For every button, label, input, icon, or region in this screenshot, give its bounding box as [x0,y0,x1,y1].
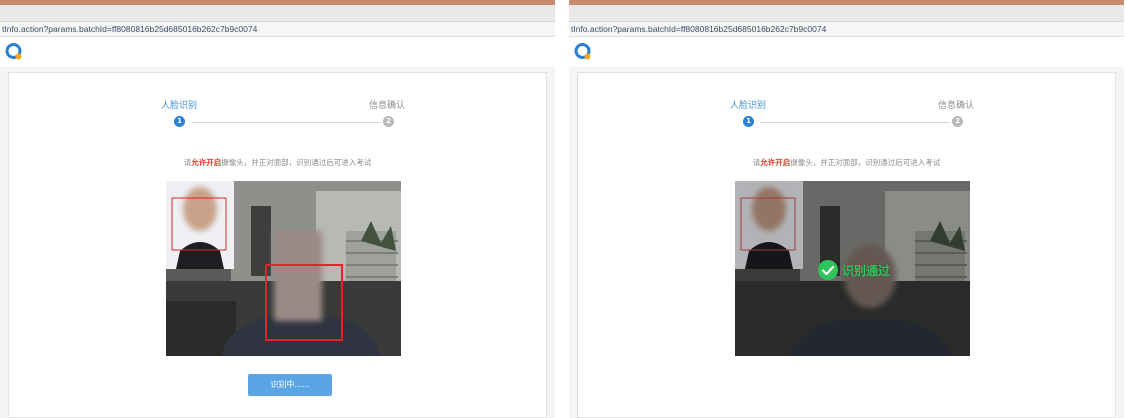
instruction-suffix: 摄像头，并正对面部，识别通过后可进入考试 [221,158,372,167]
camera-preview: 识别通过 [735,181,970,356]
recognition-status-text: 识别通过 [842,263,891,278]
address-bar-url: tInfo.action?params.batchId=ff8080816b25… [571,24,827,34]
address-bar-url: tInfo.action?params.batchId=ff8080816b25… [2,24,258,34]
face-verification-card: 人脸识别 信息确认 1 2 请允许开启摄像头，并正对面部，识别通过后可进入考试 [8,72,547,418]
browser-toolbar [569,5,1124,22]
check-circle-icon [818,260,838,280]
app-header [0,37,555,67]
step-number-2: 2 [952,116,963,127]
instruction-highlight: 允许开启 [191,158,222,167]
browser-toolbar [0,5,555,22]
step-connector [760,122,950,123]
recognizing-button[interactable]: 识别中...... [248,374,332,396]
browser-window-right: tInfo.action?params.batchId=ff8080816b25… [569,0,1124,418]
face-verification-card: 人脸识别 信息确认 1 2 请允许开启摄像头，并正对面部，识别通过后可进入考试 [577,72,1116,418]
app-logo-icon [5,43,22,60]
address-bar[interactable]: tInfo.action?params.batchId=ff8080816b25… [0,22,555,37]
app-header [569,37,1124,67]
instruction-highlight: 允许开启 [760,158,791,167]
recognition-status: 识别通过 [817,259,890,281]
camera-instruction: 请允许开启摄像头，并正对面部，识别通过后可进入考试 [578,158,1115,168]
address-bar[interactable]: tInfo.action?params.batchId=ff8080816b25… [569,22,1124,37]
step-label-info-confirm: 信息确认 [938,101,975,111]
camera-preview [166,181,401,356]
step-progress: 人脸识别 信息确认 1 2 [9,73,546,143]
step-progress: 人脸识别 信息确认 1 2 [578,73,1115,143]
camera-feed-image [166,181,401,356]
browser-window-left: tInfo.action?params.batchId=ff8080816b25… [0,0,555,418]
step-number-2: 2 [383,116,394,127]
step-number-1: 1 [743,116,754,127]
step-connector [191,122,381,123]
step-label-info-confirm: 信息确认 [369,101,406,111]
step-label-face-recognition: 人脸识别 [161,101,198,111]
step-label-face-recognition: 人脸识别 [730,101,767,111]
camera-instruction: 请允许开启摄像头，并正对面部，识别通过后可进入考试 [9,158,546,168]
step-number-1: 1 [174,116,185,127]
app-logo-icon [574,43,591,60]
instruction-suffix: 摄像头，并正对面部，识别通过后可进入考试 [790,158,941,167]
